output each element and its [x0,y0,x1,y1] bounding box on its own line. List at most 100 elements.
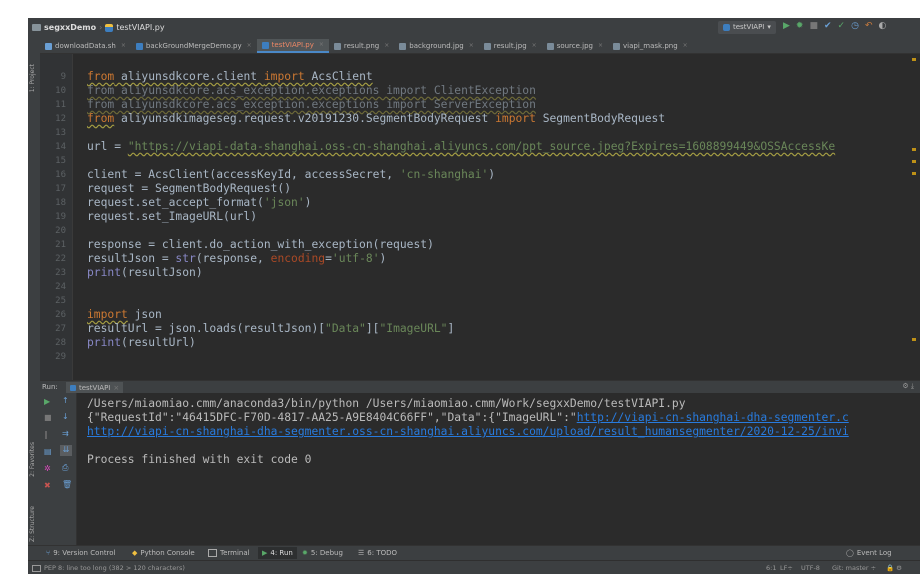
event-log-label: Event Log [856,549,892,557]
run-config-label: testVIAPI [733,23,765,31]
warning-marker[interactable] [912,338,916,341]
arrow-up-icon[interactable]: ↑ [62,396,69,405]
console-link[interactable]: http://viapi-cn-shanghai-dha-segmenter.o… [87,425,849,438]
vcs-update-icon[interactable]: ✓ [838,21,846,31]
structure-tool-button[interactable]: Z: Structure [29,506,36,542]
tab-label: downloadData.sh [55,42,116,50]
tab-result-png[interactable]: result.png × [329,39,394,53]
image-file-icon [399,42,407,50]
code-token: (resultJson) [121,266,203,279]
close-icon[interactable]: × [113,384,119,392]
line-separator[interactable]: LF÷ [780,564,793,572]
gear-icon[interactable]: ⚙ ⤓ [902,382,914,391]
project-tool-button[interactable]: 1: Project [29,64,36,92]
close-icon[interactable]: × [683,39,688,53]
debug-tool-button[interactable]: ✹ 5: Debug [302,549,343,557]
python-icon: ◆ [132,549,138,557]
tab-label: backGroundMergeDemo.py [145,42,242,50]
tab-source-jpg[interactable]: source.jpg × [542,39,608,53]
close-icon[interactable]: × [121,39,126,53]
close-icon[interactable]: × [384,39,389,53]
python-file-icon [261,41,269,49]
terminal-button[interactable]: Terminal [208,549,250,557]
stop-icon[interactable]: ■ [44,413,52,422]
close-icon[interactable]: × [469,39,474,53]
bottom-tool-bar: ⑂ 9: Version Control ◆ Python Console Term… [28,545,920,561]
editor-tabs: downloadData.sh × backGroundMergeDemo.py × t… [40,38,920,54]
todo-tool-button[interactable]: ☰ 6: TODO [358,549,397,557]
code-line: from aliyunsdkcore.client import AcsClie… [87,70,373,83]
close-icon[interactable]: × [598,39,603,53]
close-icon[interactable]: ✖ [44,481,51,490]
tab-background-jpg[interactable]: background.jpg × [394,39,479,53]
breadcrumb: segxxDemo › testVIAPI.py [32,23,165,32]
run-config-selector[interactable]: testVIAPI ▾ [718,21,776,34]
event-log-button[interactable]: ◯ Event Log [846,549,892,557]
print-icon[interactable]: ⎙ [62,463,68,473]
file-encoding[interactable]: UTF-8 [801,564,820,572]
git-branch[interactable]: Git: master ÷ [832,564,876,572]
run-tool-button[interactable]: ▶ 4: Run [258,547,297,559]
rerun-icon[interactable]: ▶ [44,397,50,406]
breadcrumb-project[interactable]: segxxDemo [44,23,96,32]
console-json-line: {"RequestId":"46415DFC-F70D-4817-AA25-A9… [87,411,849,424]
tab-result-jpg[interactable]: result.jpg × [479,39,542,53]
line-number: 21 [55,240,66,250]
line-number: 20 [55,226,66,236]
code-line: request.set_accept_format('json') [87,196,311,209]
stop-icon[interactable]: ■ [809,21,818,31]
code-token: resultUrl = json.loads(resultJson)[ [87,322,326,335]
favorites-tool-button[interactable]: 2: Favorites [29,442,36,477]
tab-viapi-mask-png[interactable]: viapi_mask.png × [608,39,693,53]
layout-icon[interactable]: ▤ [44,447,52,456]
trash-icon[interactable]: 🗑 [62,480,72,489]
lock-icon[interactable]: 🔒 ⚙ [886,564,902,572]
folder-icon [32,24,41,31]
breadcrumb-file[interactable]: testVIAPI.py [116,23,164,32]
history-icon[interactable]: ◷ [851,21,859,31]
arrow-down-icon[interactable]: ↓ [62,412,69,421]
run-icon[interactable]: ▶ [783,21,790,31]
python-file-icon [723,24,730,31]
pin-icon[interactable]: ✲ [44,464,51,473]
console-command: /Users/miaomiao.cmm/anaconda3/bin/python… [87,397,686,410]
event-log-icon: ◯ [846,549,854,557]
tab-downloaddata-sh[interactable]: downloadData.sh × [40,39,131,53]
warning-marker[interactable] [912,58,916,61]
python-console-button[interactable]: ◆ Python Console [132,549,195,557]
scroll-end-icon[interactable]: ⇊ [60,445,72,456]
code-token: import [495,112,536,125]
build-icon[interactable]: ✔ [824,21,832,31]
code-line: from aliyunsdkcore.acs_exception.excepti… [87,84,536,97]
run-tab[interactable]: testVIAPI × [66,382,124,393]
line-number: 18 [55,198,66,208]
settings-icon[interactable]: ◐ [878,21,886,31]
code-token: "ImageURL" [379,322,448,335]
line-number: 16 [55,170,66,180]
code-token: SegmentBodyRequest [535,112,666,125]
debug-icon[interactable]: ✹ [796,21,804,31]
code-editor[interactable]: 9 10 11 12 13 14 15 16 17 18 19 20 21 22 23 24 25 26 27 28 2… [40,54,920,380]
tab-testviapi-py[interactable]: testVIAPI.py × [256,38,329,53]
code-line: request = SegmentBodyRequest() [87,182,291,195]
line-number: 24 [55,282,66,292]
version-control-button[interactable]: ⑂ 9: Version Control [46,549,116,557]
version-control-label: 9: Version Control [53,549,116,557]
status-bar: PEP 8: line too long (382 > 120 characte… [28,560,920,574]
close-icon[interactable]: × [319,38,324,52]
close-icon[interactable]: × [247,39,252,53]
run-console[interactable]: /Users/miaomiao.cmm/anaconda3/bin/python… [77,393,920,545]
close-icon[interactable]: × [532,39,537,53]
warning-marker[interactable] [912,172,916,175]
status-message[interactable]: PEP 8: line too long (382 > 120 characte… [32,564,185,572]
soft-wrap-icon[interactable]: ⇉ [62,429,69,438]
line-number: 29 [55,352,66,362]
tab-backgroundmergedemo-py[interactable]: backGroundMergeDemo.py × [131,39,257,53]
undo-icon[interactable]: ↶ [865,21,873,31]
warning-marker[interactable] [912,148,916,151]
console-link[interactable]: http://viapi-cn-shanghai-dha-segmenter.c [577,411,849,424]
warning-marker[interactable] [912,160,916,163]
caret-position[interactable]: 6:1 [766,564,776,572]
run-panel-header: Run: testVIAPI × ⚙ ⤓ [40,380,920,394]
pause-icon[interactable]: ‖ [44,430,48,439]
